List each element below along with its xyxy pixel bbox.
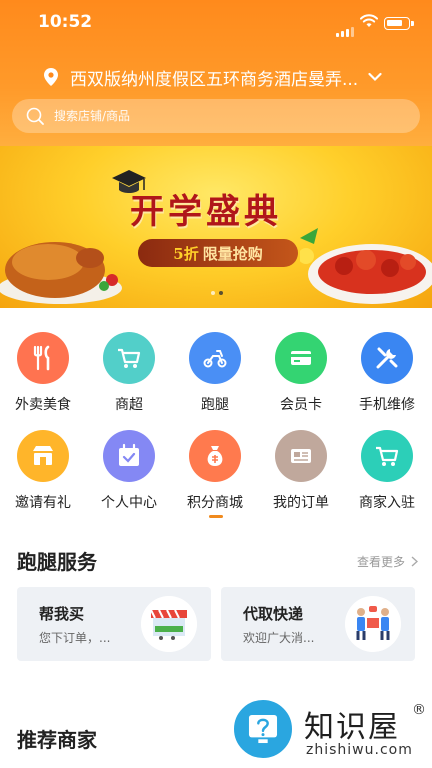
carousel-dots — [211, 291, 223, 295]
errand-card-pickup-express[interactable]: 代取快递 欢迎广大消... — [221, 587, 415, 661]
errand-section-title: 跑腿服务 — [17, 550, 97, 574]
grid-item-label: 会员卡 — [280, 397, 322, 413]
chevron-down-icon — [368, 72, 382, 82]
card-title: 帮我买 — [39, 605, 85, 623]
grid-item-takeout-food[interactable]: 外卖美食 — [0, 332, 86, 414]
watermark-text-en: zhishiwu.com — [306, 742, 413, 758]
card-subtitle: 您下订单，... — [39, 631, 111, 645]
banner-title: 开学盛典 — [130, 192, 282, 232]
grid-item-circle — [275, 430, 327, 482]
grid-item-merchant-join[interactable]: 商家入驻 — [344, 430, 430, 512]
grid-item-circle — [189, 430, 241, 482]
grid-item-supermarket[interactable]: 商超 — [86, 332, 172, 414]
grid-item-circle — [189, 332, 241, 384]
errand-card-buy-for-me[interactable]: 帮我买 您下订单，... — [17, 587, 211, 661]
search-input[interactable] — [54, 109, 354, 123]
grid-item-my-orders[interactable]: 我的订单 — [258, 430, 344, 512]
grid-item-label: 个人中心 — [101, 495, 157, 511]
grid-item-label: 商家入驻 — [359, 495, 415, 511]
recommend-section-title: 推荐商家 — [17, 728, 97, 752]
grid-item-circle — [361, 430, 413, 482]
grid-item-label: 商超 — [115, 397, 143, 413]
watermark-text-zh: 知识屋 — [304, 710, 400, 745]
signal-icon — [336, 18, 356, 37]
grid-item-label: 外卖美食 — [15, 397, 71, 413]
see-more-label: 查看更多 — [356, 555, 405, 569]
card-title: 代取快递 — [243, 605, 304, 623]
grid-item-errand[interactable]: 跑腿 — [172, 332, 258, 414]
grid-item-label: 跑腿 — [201, 397, 229, 413]
grid-item-circle — [103, 332, 155, 384]
battery-icon — [384, 17, 414, 30]
see-more-link[interactable]: 查看更多 — [357, 553, 418, 570]
banner-deal-text: 限量抢购 — [202, 244, 263, 263]
wifi-icon — [360, 14, 378, 27]
location-pin-icon — [44, 68, 58, 86]
carousel-dot-active[interactable] — [219, 291, 223, 295]
roast-chicken-image — [0, 242, 122, 304]
location-selector[interactable]: 西双版纳州度假区五环商务酒店曼弄... — [44, 64, 404, 90]
header: 10:52 西双版纳州度假区五环商务酒店曼弄... — [0, 0, 432, 146]
grid-item-label: 积分商城 — [187, 495, 243, 511]
shop-icon — [33, 446, 53, 465]
grid-page-indicator — [209, 515, 223, 518]
watermark-registered: ® — [412, 702, 426, 718]
cart-icon — [376, 446, 399, 466]
card-subtitle: 欢迎广大消... — [243, 631, 315, 645]
grid-item-label: 我的订单 — [273, 495, 329, 511]
grid-item-personal-center[interactable]: 个人中心 — [86, 430, 172, 512]
cart-icon — [118, 348, 141, 368]
id-card-icon — [291, 449, 311, 463]
fork-knife-icon — [33, 345, 50, 371]
grid-item-label: 手机维修 — [359, 397, 415, 413]
search-icon — [26, 107, 44, 125]
grid-item-member-card[interactable]: 会员卡 — [258, 332, 344, 414]
tools-icon — [376, 347, 398, 369]
scooter-icon — [203, 350, 227, 368]
grid-item-circle — [275, 332, 327, 384]
banner-discount: 5折 — [173, 244, 199, 263]
grid-item-points-mall[interactable]: 积分商城 — [172, 430, 258, 512]
promo-banner[interactable]: 开学盛典 5折 限量抢购 — [0, 146, 432, 308]
storefront-icon — [141, 596, 197, 652]
crayfish-image — [300, 228, 432, 304]
location-text: 西双版纳州度假区五环商务酒店曼弄... — [70, 69, 359, 90]
watermark-logo: 知识屋 ® zhishiwu.com — [232, 698, 432, 768]
grid-item-circle — [17, 332, 69, 384]
money-bag-icon — [207, 446, 223, 466]
search-bar[interactable] — [12, 99, 420, 133]
banner-deal-pill: 5折 限量抢购 — [138, 239, 298, 267]
chevron-right-icon — [411, 556, 418, 567]
grid-item-invite-gift[interactable]: 邀请有礼 — [0, 430, 86, 512]
status-bar: 10:52 — [0, 0, 432, 46]
carousel-dot[interactable] — [211, 291, 215, 295]
grid-item-phone-repair[interactable]: 手机维修 — [344, 332, 430, 414]
status-time: 10:52 — [38, 12, 93, 32]
calendar-check-icon — [119, 443, 139, 466]
question-monitor-icon — [232, 698, 294, 760]
grid-item-label: 邀请有礼 — [15, 495, 71, 511]
grid-item-circle — [361, 332, 413, 384]
card-icon — [291, 351, 311, 365]
courier-delivery-icon — [345, 596, 401, 652]
grid-item-circle — [17, 430, 69, 482]
grid-item-circle — [103, 430, 155, 482]
